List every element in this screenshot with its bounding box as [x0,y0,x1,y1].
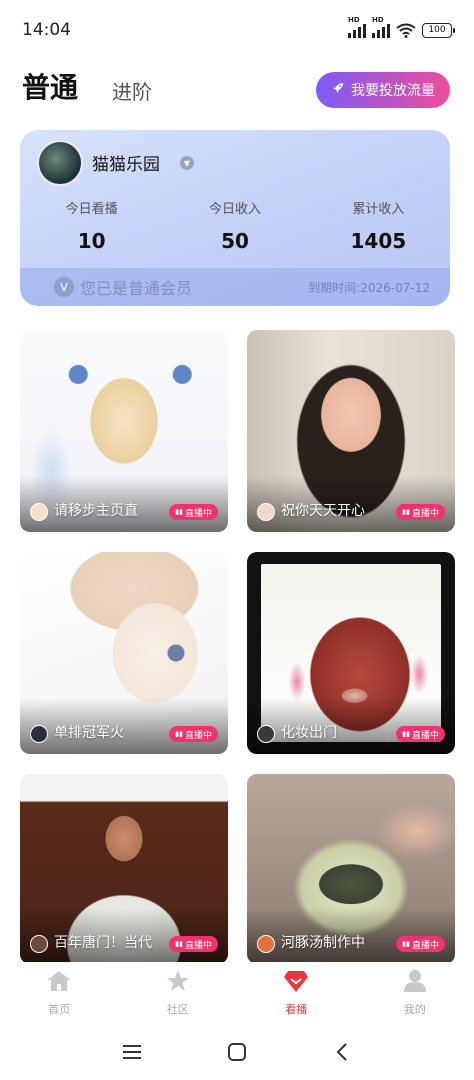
stats-row: 今日看播 10 今日收入 50 累计收入 1405 [20,198,450,253]
live-bars-icon: ▮▮ [402,508,410,516]
diamond-icon [283,969,309,997]
live-room-card[interactable]: 河豚汤制作中 ▮▮ 直播中 [247,774,455,962]
nav-label: 社区 [166,1003,189,1016]
status-icons: HD HD 100 [348,16,455,38]
live-room-card[interactable]: 单排冠军火 ▮▮ 直播中 [20,552,228,754]
room-host-avatar [30,725,48,743]
stat-label: 累计收入 [352,202,405,217]
room-host-avatar [257,503,275,521]
battery-icon: 100 [422,22,455,38]
tab-normal[interactable]: 普通 [22,66,78,106]
signal-icon: HD [348,16,366,38]
room-host-avatar [30,935,48,953]
stat-label: 今日收入 [208,202,261,217]
signal-icon: HD [372,16,390,38]
live-badge: ▮▮ 直播中 [396,504,445,520]
live-room-card[interactable]: 祝你天天开心 ▮▮ 直播中 [247,330,455,532]
live-bars-icon: ▮▮ [402,730,410,738]
square-icon [227,1043,246,1061]
stat-total-income: 累计收入 1405 [307,198,450,253]
stat-label: 今日看播 [65,202,118,217]
room-title: 化妆出门 [281,725,337,741]
room-title: 祝你天天开心 [281,503,365,519]
rocket-icon [331,81,345,99]
room-title: 单排冠军火 [54,725,124,741]
room-host-avatar [257,725,275,743]
live-badge: ▮▮ 直播中 [396,936,445,952]
stat-today-views: 今日看播 10 [20,198,163,253]
room-title: 请移步主页直 [54,503,138,519]
account-nickname[interactable]: 猫猫乐园 [92,150,160,175]
status-time: 14:04 [22,20,71,40]
promote-traffic-label: 我要投放流量 [351,83,435,99]
live-room-grid: 请移步主页直 ▮▮ 直播中 祝你天天开心 ▮▮ 直播中 单排冠军火 ▮▮ 直播中 化妆… [20,330,455,962]
room-title: 河豚汤制作中 [281,935,365,951]
stat-today-income: 今日收入 50 [163,198,306,253]
home-button[interactable] [217,1032,257,1072]
membership-bar[interactable]: V 您已是普通会员 到期时间:2026-07-12 [20,268,450,306]
home-icon [47,969,71,997]
account-card: 猫猫乐园 ▼ 今日看播 10 今日收入 50 累计收入 1405 V 您已是普通… [20,130,450,306]
stat-value: 10 [77,229,106,253]
stat-value: 1405 [350,229,407,253]
room-host-avatar [30,503,48,521]
live-badge: ▮▮ 直播中 [169,504,218,520]
avatar[interactable] [37,140,83,186]
live-badge: ▮▮ 直播中 [396,726,445,742]
live-badge: ▮▮ 直播中 [169,726,218,742]
live-bars-icon: ▮▮ [175,940,183,948]
live-room-card[interactable]: 请移步主页直 ▮▮ 直播中 [20,330,228,532]
nav-label: 我的 [403,1003,426,1016]
chevron-down-icon[interactable]: ▼ [180,156,194,170]
wifi-icon [396,23,416,38]
vip-badge-icon: V [54,277,74,297]
nav-home[interactable]: 首页 [19,969,99,1017]
room-host-avatar [257,935,275,953]
live-bars-icon: ▮▮ [175,508,183,516]
back-button[interactable] [322,1032,362,1072]
header: 普通 进阶 我要投放流量 [0,60,474,122]
nav-mine[interactable]: 我的 [375,969,455,1017]
back-icon [336,1043,347,1061]
status-bar: 14:04 HD HD 100 [0,0,474,60]
live-badge: ▮▮ 直播中 [169,936,218,952]
stat-value: 50 [221,229,249,253]
system-nav-bar [0,1024,474,1080]
menu-icon [123,1045,142,1059]
star-icon [166,969,190,997]
live-bars-icon: ▮▮ [175,730,183,738]
membership-expiry: 到期时间:2026-07-12 [308,280,430,295]
menu-button[interactable] [112,1032,152,1072]
room-title: 百年唐门！当代 [54,935,152,951]
person-icon [403,969,427,997]
tab-advanced[interactable]: 进阶 [112,76,152,105]
nav-community[interactable]: 社区 [138,969,218,1017]
bottom-nav: 首页 社区 看播 我的 [0,962,474,1024]
nav-watch[interactable]: 看播 [256,969,336,1017]
nav-label: 看播 [285,1003,308,1016]
nav-label: 首页 [48,1003,71,1016]
live-bars-icon: ▮▮ [402,940,410,948]
live-room-card[interactable]: 百年唐门！当代 ▮▮ 直播中 [20,774,228,962]
membership-status: 您已是普通会员 [80,279,193,298]
promote-traffic-button[interactable]: 我要投放流量 [316,72,450,108]
live-room-card[interactable]: 化妆出门 ▮▮ 直播中 [247,552,455,754]
